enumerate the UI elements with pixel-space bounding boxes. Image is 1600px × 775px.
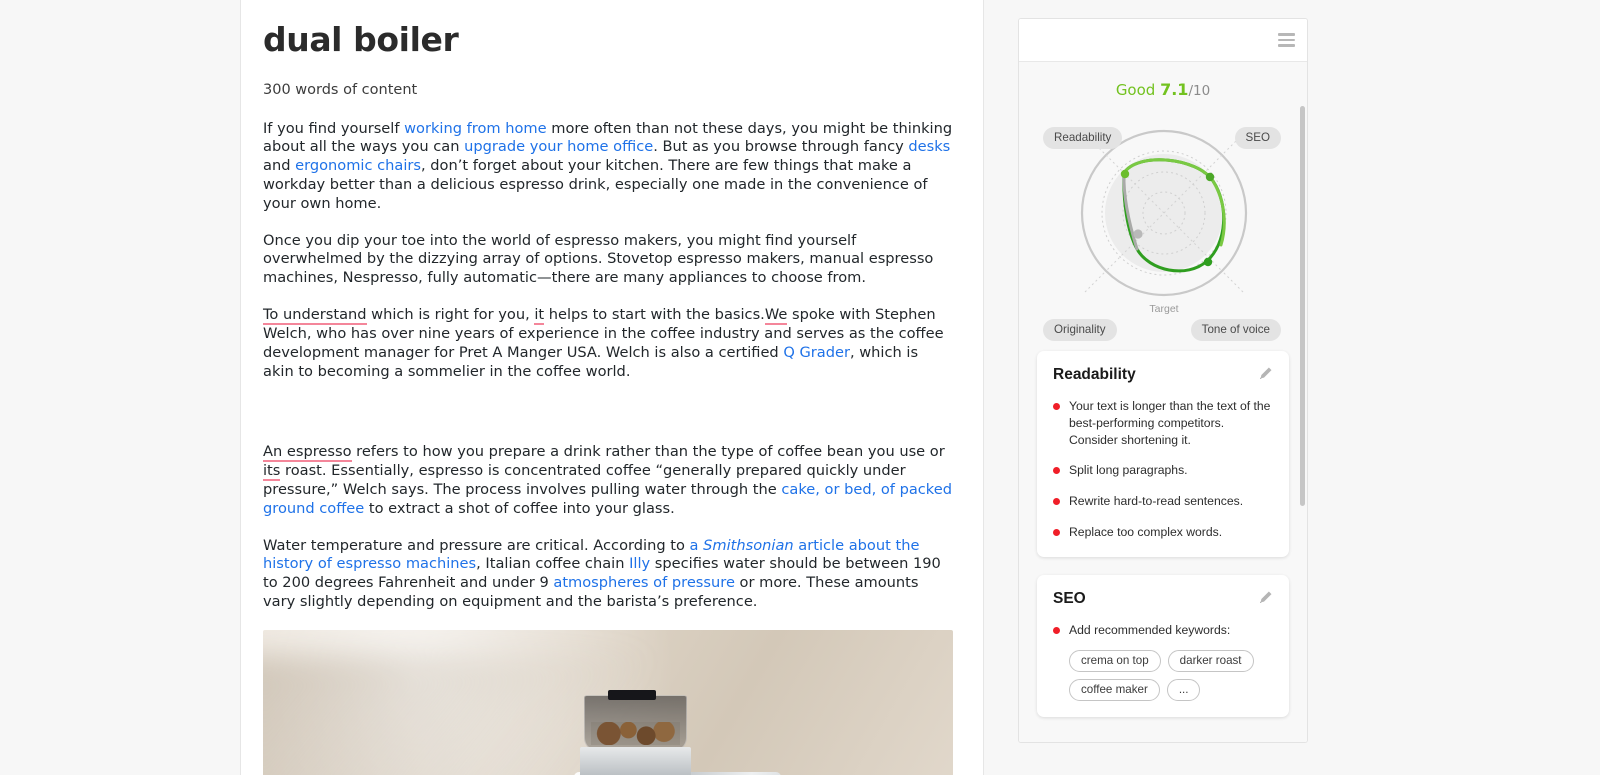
- paragraph[interactable]: Once you dip your toe into the world of …: [263, 232, 953, 288]
- issue-item[interactable]: Your text is longer than the text of the…: [1053, 398, 1273, 448]
- inline-link-italic[interactable]: Smithsonian: [703, 537, 794, 554]
- text-run: refers to how you prepare a drink rather…: [351, 443, 945, 461]
- radar-label-originality[interactable]: Originality: [1043, 319, 1117, 341]
- pencil-icon[interactable]: [1258, 590, 1273, 605]
- card-title: SEO: [1053, 589, 1086, 607]
- inline-link[interactable]: upgrade your home office: [464, 138, 653, 155]
- inline-link[interactable]: Q Grader: [783, 344, 850, 361]
- inline-link[interactable]: a: [690, 537, 704, 554]
- text-run: If you find yourself: [263, 119, 405, 137]
- paragraph[interactable]: Water temperature and pressure are criti…: [263, 537, 953, 612]
- issue-text: Replace too complex words.: [1069, 525, 1223, 540]
- score-radar-chart: Readability SEO Originality Tone of voic…: [1037, 105, 1291, 341]
- keyword-chip[interactable]: crema on top: [1069, 649, 1161, 672]
- document-paragraphs[interactable]: If you find yourself working from home m…: [263, 120, 961, 612]
- radar-point-readability[interactable]: [1120, 169, 1130, 179]
- text-run: Water temperature and pressure are criti…: [263, 536, 690, 554]
- score-value: 7.1: [1160, 80, 1189, 99]
- article-image: [263, 629, 953, 775]
- issue-item[interactable]: Split long paragraphs.: [1053, 462, 1273, 479]
- grammar-suggestion[interactable]: An espresso: [263, 443, 352, 463]
- keyword-chip[interactable]: darker roast: [1167, 649, 1254, 672]
- coffee-beans: [590, 722, 681, 745]
- card-readability: Readability Your text is longer than the …: [1037, 351, 1289, 557]
- text-run: helps to start with the basics.: [544, 306, 765, 324]
- inline-link[interactable]: working from home: [404, 120, 547, 137]
- inline-link[interactable]: ergonomic chairs: [295, 157, 421, 174]
- paragraph[interactable]: An espresso refers to how you prepare a …: [263, 443, 953, 518]
- score-denominator: /10: [1188, 83, 1211, 99]
- issue-item[interactable]: Replace too complex words.: [1053, 524, 1273, 541]
- card-title: Readability: [1053, 366, 1136, 383]
- inline-link[interactable]: Illy: [629, 555, 650, 572]
- suggestion-cards: Readability Your text is longer than the …: [1037, 351, 1289, 717]
- issue-list: Your text is longer than the text of the…: [1053, 398, 1273, 541]
- assistant-scrollbar[interactable]: [1300, 106, 1305, 506]
- issue-bullet-icon: [1053, 626, 1060, 634]
- assistant-toolbar: [1019, 19, 1307, 62]
- document-editor-page[interactable]: dual boiler 300 words of content If you …: [240, 0, 984, 775]
- text-run: which is right for you,: [366, 306, 535, 324]
- inline-link[interactable]: atmospheres of pressure: [553, 574, 735, 591]
- app-root: dual boiler 300 words of content If you …: [0, 0, 1600, 775]
- hopper-lid: [608, 689, 657, 700]
- issue-list: Add recommended keywords:: [1053, 622, 1273, 639]
- hopper-base: [580, 747, 691, 775]
- text-run: to extract a shot of coffee into your gl…: [364, 499, 675, 517]
- page-title: dual boiler: [263, 20, 459, 59]
- score-label: Good: [1115, 81, 1156, 99]
- text-run: and: [263, 157, 296, 175]
- card-seo: SEO Add recommended keywords: crema on top…: [1037, 574, 1289, 717]
- hamburger-line: [1278, 33, 1295, 36]
- text-run: . But as you browse through fancy: [653, 138, 909, 156]
- radar-label-tone-of-voice[interactable]: Tone of voice: [1190, 319, 1281, 341]
- grammar-suggestion[interactable]: To understand: [263, 306, 367, 326]
- issue-item[interactable]: Rewrite hard-to-read sentences.: [1053, 493, 1273, 510]
- keyword-chip[interactable]: coffee maker: [1069, 678, 1160, 701]
- issue-text: Add recommended keywords:: [1069, 622, 1231, 637]
- issue-bullet-icon: [1053, 529, 1060, 537]
- issue-bullet-icon: [1053, 467, 1060, 475]
- word-count-label: 300 words of content: [263, 81, 418, 98]
- radar-point-tone-of-voice[interactable]: [1203, 257, 1213, 267]
- issue-bullet-icon: [1053, 403, 1060, 410]
- hamburger-line: [1278, 44, 1295, 47]
- pencil-icon[interactable]: [1258, 366, 1273, 381]
- radar-point-seo[interactable]: [1205, 172, 1215, 182]
- content-assistant-panel: Good 7.1/10 Readability SEO Originality …: [1018, 18, 1308, 743]
- inline-link[interactable]: desks: [908, 138, 950, 155]
- paragraph[interactable]: To understand which is right for you, it…: [263, 306, 953, 381]
- issue-text: Your text is longer than the text of the…: [1069, 399, 1271, 447]
- keyword-chips: crema on top darker roast coffee maker...: [1069, 649, 1273, 701]
- radar-target-label: Target: [1145, 303, 1183, 315]
- issue-text: Rewrite hard-to-read sentences.: [1069, 494, 1244, 509]
- issue-item[interactable]: Add recommended keywords:: [1053, 622, 1273, 639]
- card-header: SEO: [1053, 590, 1273, 608]
- issue-text: Split long paragraphs.: [1069, 463, 1188, 478]
- issue-bullet-icon: [1053, 498, 1060, 506]
- radar-label-seo[interactable]: SEO: [1234, 127, 1281, 149]
- assistant-content: Good 7.1/10 Readability SEO Originality …: [1019, 62, 1307, 735]
- grammar-suggestion[interactable]: it: [534, 306, 545, 326]
- radar-label-readability[interactable]: Readability: [1043, 127, 1123, 149]
- hamburger-line: [1278, 38, 1295, 42]
- text-run: , Italian coffee chain: [476, 555, 630, 573]
- assistant-scroll-area[interactable]: Good 7.1/10 Readability SEO Originality …: [1019, 62, 1307, 742]
- keyword-chip[interactable]: ...: [1166, 678, 1201, 701]
- radar-axis-outer: [1221, 270, 1244, 293]
- radar-axis-outer: [1084, 270, 1107, 293]
- paragraph[interactable]: If you find yourself working from home m…: [263, 120, 953, 214]
- radar-point-originality[interactable]: [1133, 229, 1143, 239]
- document-content: dual boiler 300 words of content If you …: [241, 0, 983, 775]
- hamburger-menu-icon[interactable]: [1278, 33, 1295, 47]
- grammar-suggestion[interactable]: its: [263, 462, 281, 482]
- overall-score: Good 7.1/10: [1037, 62, 1289, 99]
- card-header: Readability: [1053, 366, 1273, 384]
- grammar-suggestion[interactable]: We: [764, 306, 788, 326]
- text-run: Once you dip your toe into the world of …: [263, 231, 934, 287]
